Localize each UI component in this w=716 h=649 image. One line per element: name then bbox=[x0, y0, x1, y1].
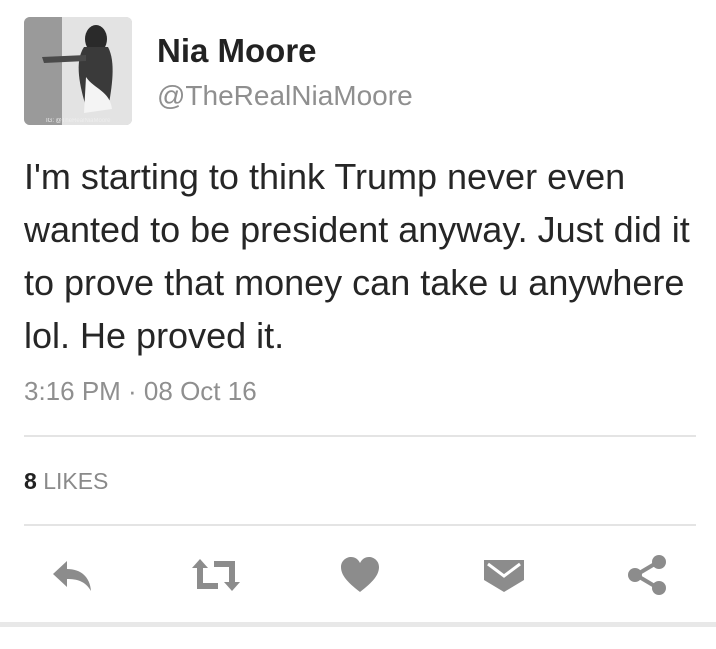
action-bar bbox=[0, 545, 716, 605]
avatar[interactable]: IG: @TheRealNiaMoore bbox=[24, 17, 132, 125]
like-button[interactable] bbox=[330, 545, 390, 605]
author-name[interactable]: Nia Moore bbox=[157, 32, 317, 70]
divider bbox=[24, 435, 696, 437]
author-handle[interactable]: @TheRealNiaMoore bbox=[157, 80, 413, 112]
retweet-button[interactable] bbox=[186, 545, 246, 605]
divider bbox=[24, 524, 696, 526]
share-icon bbox=[628, 555, 666, 595]
likes-count: 8 bbox=[24, 468, 37, 494]
bottom-border bbox=[0, 622, 716, 627]
avatar-caption: IG: @TheRealNiaMoore bbox=[46, 118, 111, 124]
reply-button[interactable] bbox=[42, 545, 102, 605]
heart-icon bbox=[341, 557, 379, 592]
tweet-text: I'm starting to think Trump never even w… bbox=[24, 156, 690, 356]
retweet-icon bbox=[192, 559, 240, 591]
reply-icon bbox=[53, 561, 91, 591]
likes-label: LIKES bbox=[43, 468, 109, 494]
share-button[interactable] bbox=[618, 545, 678, 605]
message-button[interactable] bbox=[474, 545, 534, 605]
envelope-icon bbox=[484, 560, 524, 592]
likes-summary[interactable]: 8 LIKES bbox=[24, 468, 108, 495]
avatar-photo bbox=[24, 17, 132, 125]
tweet-timestamp: 3:16 PM · 08 Oct 16 bbox=[24, 376, 257, 406]
